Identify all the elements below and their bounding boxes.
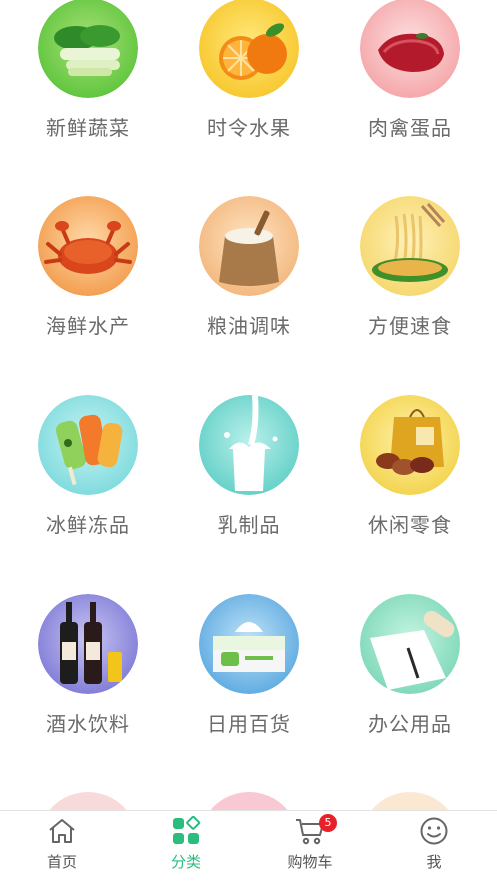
tissue-box-image bbox=[199, 594, 299, 694]
tab-cart[interactable]: 5 购物车 bbox=[248, 811, 372, 884]
home-icon bbox=[49, 819, 75, 843]
category-label: 酒水饮料 bbox=[46, 712, 130, 736]
popsicle-image bbox=[38, 395, 138, 495]
category-vegetables[interactable]: 新鲜蔬菜 bbox=[8, 0, 168, 141]
category-label: 休闲零食 bbox=[368, 513, 452, 537]
category-label: 办公用品 bbox=[368, 712, 452, 736]
category-label: 新鲜蔬菜 bbox=[46, 116, 130, 140]
category-drinks[interactable]: 酒水饮料 bbox=[8, 594, 168, 737]
category-partial[interactable] bbox=[8, 792, 168, 810]
meat-image bbox=[360, 0, 460, 98]
category-image-partial bbox=[199, 792, 299, 810]
tab-label: 分类 bbox=[170, 853, 201, 871]
category-label: 方便速食 bbox=[368, 314, 452, 338]
category-office[interactable]: 办公用品 bbox=[330, 594, 490, 737]
category-fruit[interactable]: 时令水果 bbox=[169, 0, 329, 141]
tab-label: 我 bbox=[426, 853, 442, 871]
tab-label: 首页 bbox=[46, 853, 77, 871]
tab-label: 购物车 bbox=[287, 853, 333, 871]
smiley-icon bbox=[420, 817, 448, 845]
category-label: 肉禽蛋品 bbox=[368, 116, 452, 140]
rice-sack-image bbox=[199, 196, 299, 296]
milk-image bbox=[199, 395, 299, 495]
cart-count-badge: 5 bbox=[319, 814, 337, 832]
category-grain-oil[interactable]: 粮油调味 bbox=[169, 196, 329, 339]
category-label: 冰鲜冻品 bbox=[46, 513, 130, 537]
category-daily-goods[interactable]: 日用百货 bbox=[169, 594, 329, 737]
category-label: 乳制品 bbox=[217, 513, 281, 537]
category-snacks[interactable]: 休闲零食 bbox=[330, 395, 490, 538]
category-partial[interactable] bbox=[330, 792, 490, 810]
bottom-tab-bar: 首页 分类 5 购物车 我 bbox=[0, 810, 497, 884]
category-partial[interactable] bbox=[169, 792, 329, 810]
category-frozen[interactable]: 冰鲜冻品 bbox=[8, 395, 168, 538]
category-seafood[interactable]: 海鲜水产 bbox=[8, 196, 168, 339]
category-image-partial bbox=[360, 792, 460, 810]
category-label: 粮油调味 bbox=[207, 314, 291, 338]
category-label: 时令水果 bbox=[207, 116, 291, 140]
tab-me[interactable]: 我 bbox=[372, 811, 496, 884]
tab-home[interactable]: 首页 bbox=[0, 811, 124, 884]
category-icon bbox=[173, 816, 201, 844]
crab-image bbox=[38, 196, 138, 296]
category-label: 海鲜水产 bbox=[46, 314, 130, 338]
category-grid: 新鲜蔬菜 时令水果 肉禽蛋品 海鲜水产 粮油调味 方便速食 冰鲜冻品 乳制品 休… bbox=[0, 0, 497, 810]
vegetables-image bbox=[38, 0, 138, 98]
snacks-image bbox=[360, 395, 460, 495]
category-label: 日用百货 bbox=[207, 712, 291, 736]
wine-image bbox=[38, 594, 138, 694]
noodles-image bbox=[360, 196, 460, 296]
tab-category[interactable]: 分类 bbox=[124, 811, 248, 884]
fruit-image bbox=[199, 0, 299, 98]
category-dairy[interactable]: 乳制品 bbox=[169, 395, 329, 538]
paper-pen-image bbox=[360, 594, 460, 694]
category-image-partial bbox=[38, 792, 138, 810]
category-instant-food[interactable]: 方便速食 bbox=[330, 196, 490, 339]
category-meat[interactable]: 肉禽蛋品 bbox=[330, 0, 490, 141]
